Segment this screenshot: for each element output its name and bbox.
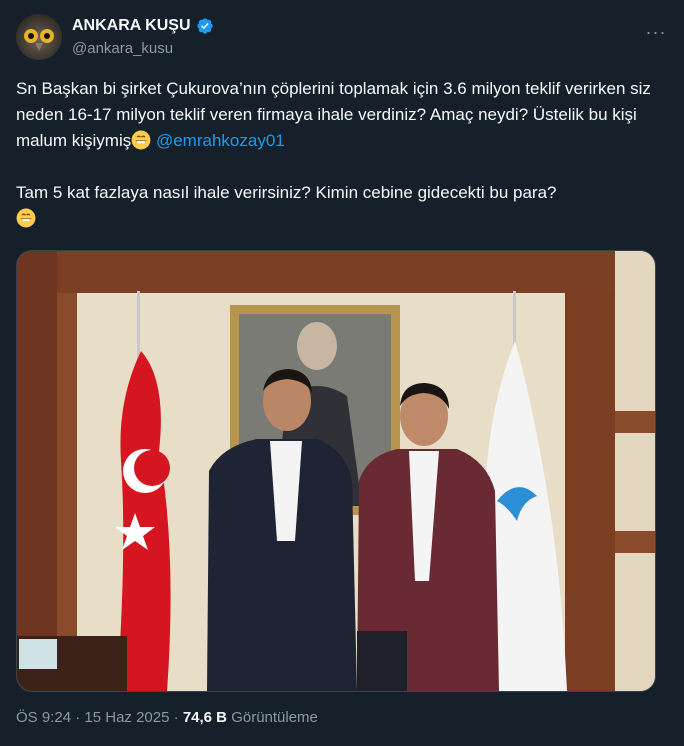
wood-top	[17, 251, 655, 293]
handle[interactable]: @ankara_kusu	[72, 40, 173, 57]
grinning-face-icon	[131, 130, 151, 150]
owl-beak	[35, 43, 43, 51]
tweet-date[interactable]: 15 Haz 2025	[84, 709, 169, 726]
more-options-icon[interactable]: ···	[644, 20, 668, 44]
tweet-photo[interactable]	[16, 250, 656, 692]
avatar[interactable]	[16, 14, 62, 60]
owl-eye-right	[40, 29, 54, 43]
tweet-text-line1: Sn Başkan bi şirket Çukurova’nın çöpleri…	[16, 79, 651, 150]
meta-separator: ·	[75, 709, 81, 726]
wood-right	[565, 291, 615, 691]
shelf-2	[615, 531, 655, 553]
mention-link[interactable]: @emrahkozay01	[156, 131, 285, 150]
meta-separator: ·	[173, 709, 179, 726]
wood-left-inner	[57, 293, 77, 691]
name-row: ANKARA KUŞU	[72, 17, 214, 35]
tissue-box	[19, 639, 57, 669]
wood-left	[17, 251, 57, 691]
portrait-face	[297, 322, 337, 370]
tweet-text: Sn Başkan bi şirket Çukurova’nın çöpleri…	[16, 76, 656, 232]
person-right-trousers	[357, 631, 407, 691]
tweet-text-line2: Tam 5 kat fazlaya nasıl ihale verirsiniz…	[16, 183, 557, 202]
photo-scene	[17, 251, 655, 691]
wall-right	[615, 251, 655, 691]
shelf-1	[615, 411, 655, 433]
flag-crescent-inner	[134, 450, 170, 486]
views-count[interactable]: 74,6 B	[183, 709, 227, 726]
tweet-meta: ÖS 9:24 · 15 Haz 2025 · 74,6 B Görüntüle…	[16, 709, 318, 726]
tweet-header: ANKARA KUŞU @ankara_kusu ···	[16, 14, 668, 62]
owl-eye-left	[24, 29, 38, 43]
tweet-paragraph-1: Sn Başkan bi şirket Çukurova’nın çöpleri…	[16, 76, 656, 154]
display-name[interactable]: ANKARA KUŞU	[72, 17, 191, 35]
tweet-time[interactable]: ÖS 9:24	[16, 709, 71, 726]
grinning-face-icon	[16, 208, 36, 228]
views-label: Görüntüleme	[231, 709, 318, 726]
verified-badge-icon[interactable]	[196, 17, 214, 35]
tweet-paragraph-2: Tam 5 kat fazlaya nasıl ihale verirsiniz…	[16, 180, 656, 232]
